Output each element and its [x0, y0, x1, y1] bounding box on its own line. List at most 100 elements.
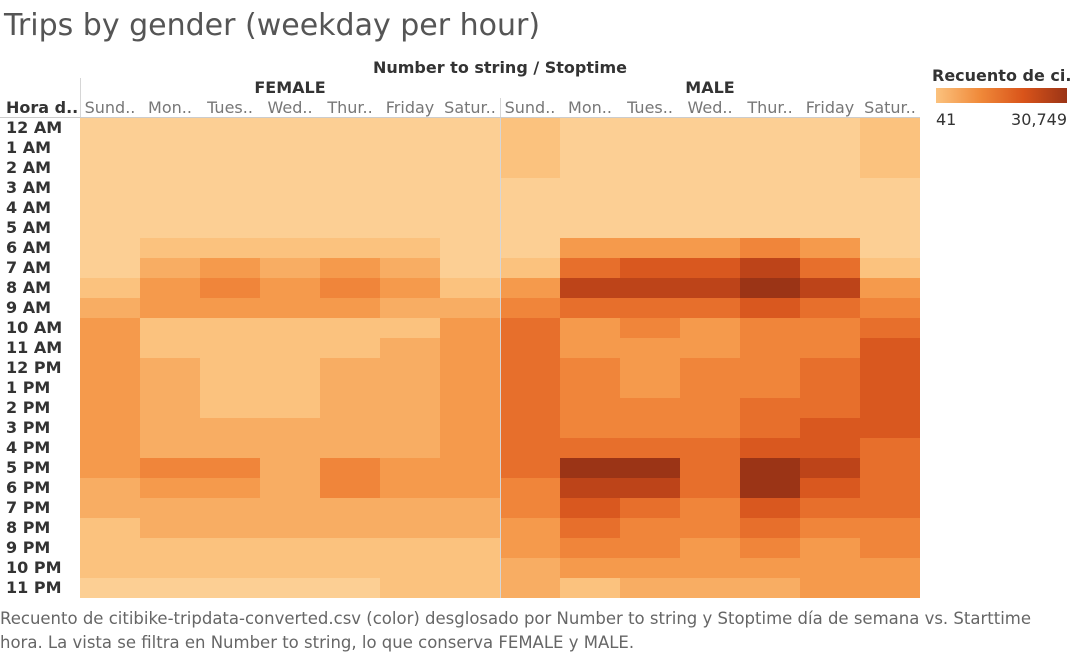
- heat-cell-male-wednesday-12pm[interactable]: [680, 358, 740, 378]
- heat-cell-female-thursday-2pm[interactable]: [320, 398, 380, 418]
- heat-cell-male-monday-4am[interactable]: [560, 198, 620, 218]
- heat-cell-female-saturday-4am[interactable]: [440, 198, 500, 218]
- heat-cell-female-friday-2am[interactable]: [380, 158, 440, 178]
- heat-cell-female-wednesday-1pm[interactable]: [260, 378, 320, 398]
- heat-cell-male-friday-8pm[interactable]: [800, 518, 860, 538]
- heat-cell-female-sunday-2am[interactable]: [80, 158, 140, 178]
- heat-cell-female-tuesday-11am[interactable]: [200, 338, 260, 358]
- heat-cell-female-wednesday-7pm[interactable]: [260, 498, 320, 518]
- heat-cell-male-wednesday-6pm[interactable]: [680, 478, 740, 498]
- heat-cell-female-saturday-11pm[interactable]: [440, 578, 500, 598]
- heat-cell-male-tuesday-3am[interactable]: [620, 178, 680, 198]
- heat-cell-female-monday-12pm[interactable]: [140, 358, 200, 378]
- heat-cell-male-thursday-2am[interactable]: [740, 158, 800, 178]
- heat-cell-male-saturday-4am[interactable]: [860, 198, 920, 218]
- heat-cell-male-friday-7pm[interactable]: [800, 498, 860, 518]
- heat-cell-female-friday-2pm[interactable]: [380, 398, 440, 418]
- heat-cell-male-saturday-5am[interactable]: [860, 218, 920, 238]
- heat-cell-female-wednesday-9am[interactable]: [260, 298, 320, 318]
- heat-cell-female-tuesday-3pm[interactable]: [200, 418, 260, 438]
- heat-cell-male-sunday-6pm[interactable]: [500, 478, 560, 498]
- heat-cell-female-thursday-3pm[interactable]: [320, 418, 380, 438]
- heat-cell-male-saturday-10pm[interactable]: [860, 558, 920, 578]
- heat-cell-female-monday-8pm[interactable]: [140, 518, 200, 538]
- heat-cell-male-tuesday-10am[interactable]: [620, 318, 680, 338]
- heat-cell-male-saturday-11am[interactable]: [860, 338, 920, 358]
- heat-cell-female-wednesday-10pm[interactable]: [260, 558, 320, 578]
- heat-cell-male-saturday-7am[interactable]: [860, 258, 920, 278]
- heat-cell-female-wednesday-6am[interactable]: [260, 238, 320, 258]
- heat-cell-male-tuesday-6pm[interactable]: [620, 478, 680, 498]
- heat-cell-female-tuesday-9pm[interactable]: [200, 538, 260, 558]
- heat-cell-male-friday-12pm[interactable]: [800, 358, 860, 378]
- heat-cell-female-thursday-8am[interactable]: [320, 278, 380, 298]
- heat-cell-female-thursday-3am[interactable]: [320, 178, 380, 198]
- heat-cell-male-sunday-11pm[interactable]: [500, 578, 560, 598]
- heat-cell-female-friday-4pm[interactable]: [380, 438, 440, 458]
- heat-cell-female-monday-6am[interactable]: [140, 238, 200, 258]
- heat-cell-male-tuesday-1am[interactable]: [620, 138, 680, 158]
- heat-cell-female-friday-10am[interactable]: [380, 318, 440, 338]
- heat-cell-male-thursday-5pm[interactable]: [740, 458, 800, 478]
- heat-cell-female-sunday-1am[interactable]: [80, 138, 140, 158]
- heat-cell-male-saturday-9pm[interactable]: [860, 538, 920, 558]
- heat-cell-female-wednesday-4am[interactable]: [260, 198, 320, 218]
- heat-cell-female-saturday-11am[interactable]: [440, 338, 500, 358]
- heat-cell-male-monday-5am[interactable]: [560, 218, 620, 238]
- heat-cell-female-monday-3pm[interactable]: [140, 418, 200, 438]
- heat-cell-male-saturday-9am[interactable]: [860, 298, 920, 318]
- heat-cell-male-thursday-4pm[interactable]: [740, 438, 800, 458]
- heat-cell-male-thursday-8am[interactable]: [740, 278, 800, 298]
- heat-cell-female-wednesday-3am[interactable]: [260, 178, 320, 198]
- heat-cell-female-thursday-11am[interactable]: [320, 338, 380, 358]
- heat-cell-female-wednesday-7am[interactable]: [260, 258, 320, 278]
- heat-cell-female-saturday-9am[interactable]: [440, 298, 500, 318]
- heat-cell-male-tuesday-11am[interactable]: [620, 338, 680, 358]
- heat-cell-male-friday-4am[interactable]: [800, 198, 860, 218]
- heat-cell-male-saturday-12pm[interactable]: [860, 358, 920, 378]
- heat-cell-male-monday-12pm[interactable]: [560, 358, 620, 378]
- heat-cell-female-friday-3am[interactable]: [380, 178, 440, 198]
- heat-cell-female-sunday-6am[interactable]: [80, 238, 140, 258]
- heat-cell-male-wednesday-2pm[interactable]: [680, 398, 740, 418]
- heat-cell-female-friday-1am[interactable]: [380, 138, 440, 158]
- heat-cell-male-wednesday-5pm[interactable]: [680, 458, 740, 478]
- heat-cell-female-tuesday-1pm[interactable]: [200, 378, 260, 398]
- heat-cell-female-monday-8am[interactable]: [140, 278, 200, 298]
- heat-cell-male-saturday-6pm[interactable]: [860, 478, 920, 498]
- heat-cell-male-wednesday-1pm[interactable]: [680, 378, 740, 398]
- heat-cell-female-friday-8am[interactable]: [380, 278, 440, 298]
- heat-cell-male-sunday-4am[interactable]: [500, 198, 560, 218]
- heat-cell-male-friday-7am[interactable]: [800, 258, 860, 278]
- heat-cell-female-saturday-10pm[interactable]: [440, 558, 500, 578]
- heat-cell-female-friday-10pm[interactable]: [380, 558, 440, 578]
- heat-cell-male-thursday-6pm[interactable]: [740, 478, 800, 498]
- heat-cell-female-thursday-4pm[interactable]: [320, 438, 380, 458]
- heat-cell-male-friday-9pm[interactable]: [800, 538, 860, 558]
- heat-cell-female-thursday-10am[interactable]: [320, 318, 380, 338]
- heat-cell-male-tuesday-11pm[interactable]: [620, 578, 680, 598]
- heat-cell-male-friday-9am[interactable]: [800, 298, 860, 318]
- heat-cell-male-thursday-1am[interactable]: [740, 138, 800, 158]
- heat-cell-male-tuesday-8am[interactable]: [620, 278, 680, 298]
- heat-cell-male-wednesday-3pm[interactable]: [680, 418, 740, 438]
- heat-cell-female-saturday-4pm[interactable]: [440, 438, 500, 458]
- heat-cell-male-wednesday-8pm[interactable]: [680, 518, 740, 538]
- heat-cell-female-monday-7am[interactable]: [140, 258, 200, 278]
- heat-cell-female-friday-6am[interactable]: [380, 238, 440, 258]
- heat-cell-male-saturday-2am[interactable]: [860, 158, 920, 178]
- heat-cell-female-thursday-7pm[interactable]: [320, 498, 380, 518]
- heat-cell-female-monday-2am[interactable]: [140, 158, 200, 178]
- heat-cell-male-sunday-1am[interactable]: [500, 138, 560, 158]
- heat-cell-male-thursday-7am[interactable]: [740, 258, 800, 278]
- heat-cell-male-saturday-4pm[interactable]: [860, 438, 920, 458]
- heat-cell-female-thursday-5pm[interactable]: [320, 458, 380, 478]
- heat-cell-male-monday-7pm[interactable]: [560, 498, 620, 518]
- heat-cell-male-tuesday-4pm[interactable]: [620, 438, 680, 458]
- heat-cell-female-sunday-8pm[interactable]: [80, 518, 140, 538]
- heat-cell-male-sunday-7am[interactable]: [500, 258, 560, 278]
- heat-cell-male-wednesday-4am[interactable]: [680, 198, 740, 218]
- heat-cell-male-monday-7am[interactable]: [560, 258, 620, 278]
- heat-cell-female-wednesday-1am[interactable]: [260, 138, 320, 158]
- heat-cell-male-thursday-11pm[interactable]: [740, 578, 800, 598]
